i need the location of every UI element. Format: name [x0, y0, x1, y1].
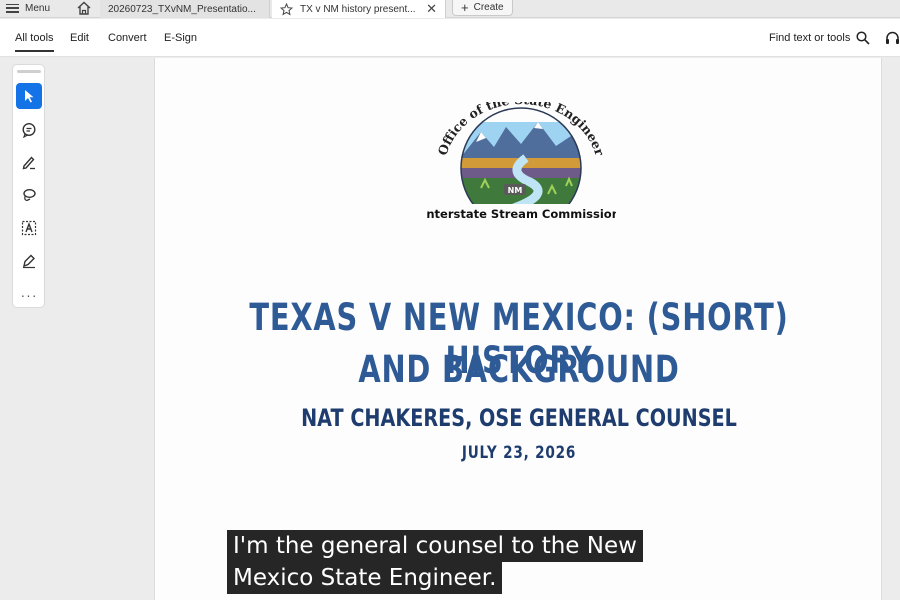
svg-text:Interstate Stream Commission: Interstate Stream Commission: [426, 207, 616, 221]
tool-rail: ···: [12, 64, 45, 308]
tab-active-document[interactable]: TX v NM history present... ✕: [272, 0, 446, 18]
find-text-or-tools[interactable]: Find text or tools: [769, 31, 870, 45]
close-tab-icon[interactable]: ✕: [426, 1, 437, 17]
comment-tool[interactable]: [16, 117, 42, 143]
plus-icon: +: [461, 0, 469, 15]
menu-button[interactable]: Menu: [6, 0, 50, 16]
add-comment-icon: [22, 122, 36, 138]
star-icon[interactable]: [280, 2, 293, 16]
fill-sign-icon: [23, 254, 35, 269]
draw-pen-icon: [22, 156, 35, 170]
document-page: Office of the State Engineer NM Intersta…: [154, 58, 882, 600]
caption-line-1: I'm the general counsel to the New: [227, 530, 643, 562]
select-cursor-icon: [25, 90, 34, 103]
lasso-tool[interactable]: [16, 182, 42, 208]
text-select-tool[interactable]: [16, 215, 42, 241]
tab-label: 20260723_TXvNM_Presentatio...: [108, 3, 256, 15]
text-recognition-icon: [21, 220, 37, 236]
more-tools-icon[interactable]: ···: [16, 287, 42, 303]
select-tool[interactable]: [16, 83, 42, 109]
fill-sign-tool[interactable]: [16, 248, 42, 274]
headset-icon[interactable]: [885, 31, 900, 45]
lasso-icon: [23, 189, 36, 202]
home-icon[interactable]: [76, 1, 92, 15]
find-label: Find text or tools: [769, 32, 851, 44]
presenter-name: NAT CHAKERES, OSE GENERAL COUNSEL: [301, 404, 737, 432]
ose-isc-logo: Office of the State Engineer NM Intersta…: [426, 102, 616, 224]
caption-line-2: Mexico State Engineer.: [227, 562, 503, 594]
main-toolbar: All tools Edit Convert E-Sign Find text …: [0, 19, 900, 57]
svg-text:NM: NM: [508, 186, 523, 195]
tab-convert[interactable]: Convert: [108, 32, 147, 44]
tab-label: TX v NM history present...: [300, 3, 416, 15]
hamburger-icon: [6, 3, 19, 13]
tab-e-sign[interactable]: E-Sign: [164, 32, 197, 44]
search-icon: [856, 31, 870, 45]
menu-label: Menu: [25, 2, 51, 14]
app-tab-bar: Menu 20260723_TXvNM_Presentatio... TX v …: [0, 0, 900, 18]
draw-tool[interactable]: [16, 149, 42, 175]
create-button[interactable]: + Create: [452, 0, 513, 16]
tab-edit[interactable]: Edit: [70, 32, 89, 44]
tab-presentation-file[interactable]: 20260723_TXvNM_Presentatio...: [100, 0, 270, 18]
tab-all-tools[interactable]: All tools: [15, 32, 54, 52]
presentation-date: JULY 23, 2026: [461, 443, 577, 463]
document-title-line-2: AND BACKGROUND: [358, 348, 680, 391]
create-label: Create: [473, 2, 504, 13]
rail-drag-handle[interactable]: [17, 70, 41, 73]
